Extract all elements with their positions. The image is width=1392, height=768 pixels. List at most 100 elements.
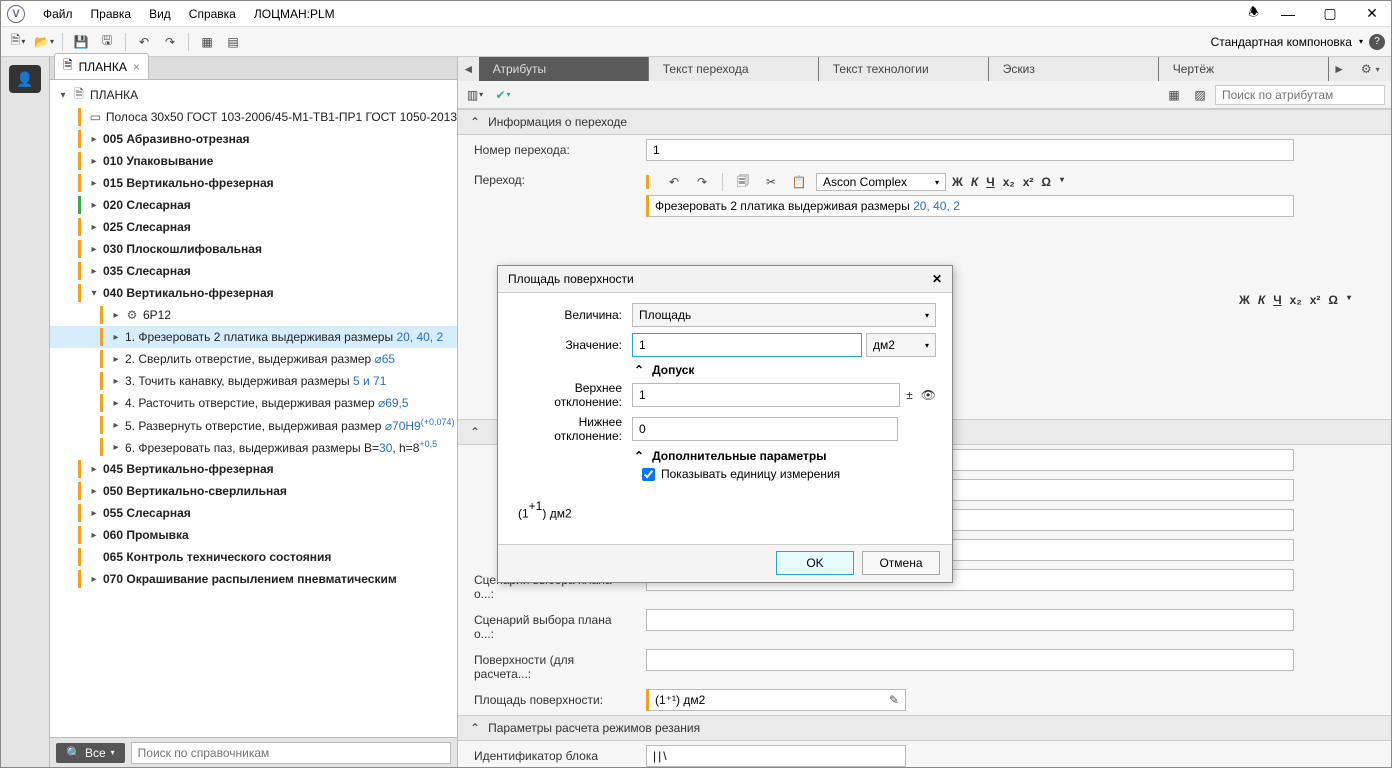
tab-drawing[interactable]: Чертёж: [1159, 57, 1329, 81]
tree-step-1[interactable]: ▸1. Фрезеровать 2 платика выдерживая раз…: [50, 326, 457, 348]
save-all-icon[interactable]: 🖫: [96, 31, 118, 53]
surfaces-input[interactable]: [646, 649, 1294, 671]
tree-material[interactable]: ▭ Полоса 30х50 ГОСТ 103-2006/45-М1-ТВ1-П…: [50, 106, 457, 128]
font-select[interactable]: Ascon Complex▾: [816, 173, 946, 191]
step-text-editor[interactable]: Фрезеровать 2 платика выдерживая размеры…: [646, 195, 1294, 217]
show-unit-checkbox[interactable]: [642, 468, 655, 481]
lower-deviation-input[interactable]: [632, 417, 898, 441]
tree-op[interactable]: ▸050 Вертикально-сверлильная: [50, 480, 457, 502]
tree-root[interactable]: ▾ 🗎 ПЛАНКА: [50, 84, 457, 106]
tree-op[interactable]: ▸015 Вертикально-фрезерная: [50, 172, 457, 194]
value-input[interactable]: [632, 333, 862, 357]
reference-search-input[interactable]: [131, 742, 451, 764]
tree-step[interactable]: ▸5. Развернуть отверстие, выдерживая раз…: [50, 414, 457, 436]
tree-op-040[interactable]: ▾040 Вертикально-фрезерная: [50, 282, 457, 304]
open-icon[interactable]: 📂▾: [33, 31, 55, 53]
section-cutting-params[interactable]: ⌃ Параметры расчета режимов резания: [458, 715, 1391, 741]
collapse-icon[interactable]: ▾: [58, 90, 68, 101]
layout1-icon[interactable]: ▦: [1163, 84, 1185, 106]
user-avatar-icon[interactable]: 👤: [9, 65, 41, 93]
tree-op[interactable]: ▸070 Окрашивание распылением пневматичес…: [50, 568, 457, 590]
plus-minus-icon[interactable]: ±: [906, 388, 913, 402]
tab-tech-text[interactable]: Текст технологии: [819, 57, 989, 81]
grid-icon[interactable]: ▦: [196, 31, 218, 53]
unit-select[interactable]: дм2▾: [866, 333, 936, 357]
process-tree[interactable]: ▾ 🗎 ПЛАНКА ▭ Полоса 30х50 ГОСТ 103-2006/…: [50, 80, 457, 737]
tree-op[interactable]: ▸055 Слесарная: [50, 502, 457, 524]
subscript-icon[interactable]: x₂: [1290, 293, 1302, 307]
doc-tab-close-icon[interactable]: ×: [133, 60, 140, 74]
layout2-icon[interactable]: ▨: [1189, 84, 1211, 106]
tab-attributes[interactable]: Атрибуты: [479, 57, 649, 81]
menu-help[interactable]: Справка: [189, 7, 236, 21]
new-doc-icon[interactable]: 🗎▾: [7, 31, 29, 53]
tab-sketch[interactable]: Эскиз: [989, 57, 1159, 81]
minimize-button[interactable]: —: [1275, 5, 1301, 23]
tree-equipment[interactable]: ▸⚙6Р12: [50, 304, 457, 326]
rt-undo-icon[interactable]: ↶: [663, 171, 685, 193]
tree-op[interactable]: ▸035 Слесарная: [50, 260, 457, 282]
superscript-icon[interactable]: x²: [1310, 293, 1321, 307]
tree-step[interactable]: ▸6. Фрезеровать паз, выдерживая размеры …: [50, 436, 457, 458]
menu-plm[interactable]: ЛОЦМАН:PLM: [254, 7, 335, 21]
section-step-info[interactable]: ⌃ Информация о переходе: [458, 109, 1391, 135]
extra-params-section-header[interactable]: ⌃Дополнительные параметры: [514, 449, 936, 463]
tabs-settings-button[interactable]: ⚙▾: [1350, 57, 1392, 81]
close-button[interactable]: ✕: [1359, 5, 1385, 23]
rt-copy-icon[interactable]: 🗐: [732, 171, 754, 193]
search-scope-button[interactable]: 🔍 Все ▾: [56, 743, 125, 763]
tree-op[interactable]: ▸060 Промывка: [50, 524, 457, 546]
menu-view[interactable]: Вид: [149, 7, 171, 21]
step-number-input[interactable]: [646, 139, 1294, 161]
tree-op[interactable]: ▸010 Упаковывание: [50, 150, 457, 172]
tree-op[interactable]: ▸025 Слесарная: [50, 216, 457, 238]
tree-op[interactable]: 065 Контроль технического состояния: [50, 546, 457, 568]
columns-icon[interactable]: ▥▾: [464, 84, 486, 106]
tree-op[interactable]: ▸005 Абразивно-отрезная: [50, 128, 457, 150]
undo-icon[interactable]: ↶: [133, 31, 155, 53]
surface-area-input[interactable]: (1⁺¹) дм2✎: [646, 689, 906, 711]
eye-icon[interactable]: 👁: [921, 388, 936, 402]
subscript-icon[interactable]: x₂: [1003, 175, 1015, 189]
maximize-button[interactable]: ▢: [1317, 5, 1343, 23]
italic-icon[interactable]: К: [971, 175, 978, 189]
layout-dd-icon[interactable]: ▾: [1359, 37, 1363, 46]
tree-step[interactable]: ▸2. Сверлить отверстие, выдерживая разме…: [50, 348, 457, 370]
pencil-icon[interactable]: ✎: [889, 693, 899, 707]
bold-icon[interactable]: Ж: [1239, 293, 1250, 307]
bell-icon[interactable]: 🕭: [1248, 3, 1259, 24]
upper-deviation-input[interactable]: [632, 383, 900, 407]
tabs-scroll-right-icon[interactable]: ►: [1329, 57, 1350, 81]
rt-paste-icon[interactable]: 📋: [788, 171, 810, 193]
italic-icon[interactable]: К: [1258, 293, 1265, 307]
form-icon[interactable]: ▤: [222, 31, 244, 53]
tolerance-section-header[interactable]: ⌃Допуск: [514, 363, 936, 377]
scenario2-input[interactable]: [646, 609, 1294, 631]
layout-label[interactable]: Стандартная компоновка: [1211, 35, 1352, 49]
block-id-input[interactable]: ||\: [646, 745, 906, 767]
dialog-close-icon[interactable]: ✕: [932, 272, 942, 286]
check-icon[interactable]: ✔▾: [492, 84, 514, 106]
tree-op[interactable]: ▸045 Вертикально-фрезерная: [50, 458, 457, 480]
menu-file[interactable]: Файл: [43, 7, 73, 21]
doc-tab[interactable]: 🗎 ПЛАНКА ×: [54, 53, 149, 79]
menu-edit[interactable]: Правка: [91, 7, 132, 21]
tree-op[interactable]: ▸020 Слесарная: [50, 194, 457, 216]
bold-icon[interactable]: Ж: [952, 175, 963, 189]
omega-icon[interactable]: Ω: [1328, 293, 1338, 307]
omega-icon[interactable]: Ω: [1041, 175, 1051, 189]
tree-step[interactable]: ▸4. Расточить отверстие, выдерживая разм…: [50, 392, 457, 414]
underline-icon[interactable]: Ч: [986, 175, 994, 189]
cancel-button[interactable]: Отмена: [862, 551, 940, 575]
ok-button[interactable]: OK: [776, 551, 854, 575]
underline-icon[interactable]: Ч: [1273, 293, 1281, 307]
rt-cut-icon[interactable]: ✂: [760, 171, 782, 193]
tree-op[interactable]: ▸030 Плоскошлифовальная: [50, 238, 457, 260]
magnitude-select[interactable]: Площадь▾: [632, 303, 936, 327]
tab-step-text[interactable]: Текст перехода: [649, 57, 819, 81]
attribute-search-input[interactable]: [1215, 85, 1385, 105]
superscript-icon[interactable]: x²: [1023, 175, 1034, 189]
tree-step[interactable]: ▸3. Точить канавку, выдерживая размеры 5…: [50, 370, 457, 392]
help-icon[interactable]: ?: [1369, 34, 1385, 50]
rt-redo-icon[interactable]: ↷: [691, 171, 713, 193]
